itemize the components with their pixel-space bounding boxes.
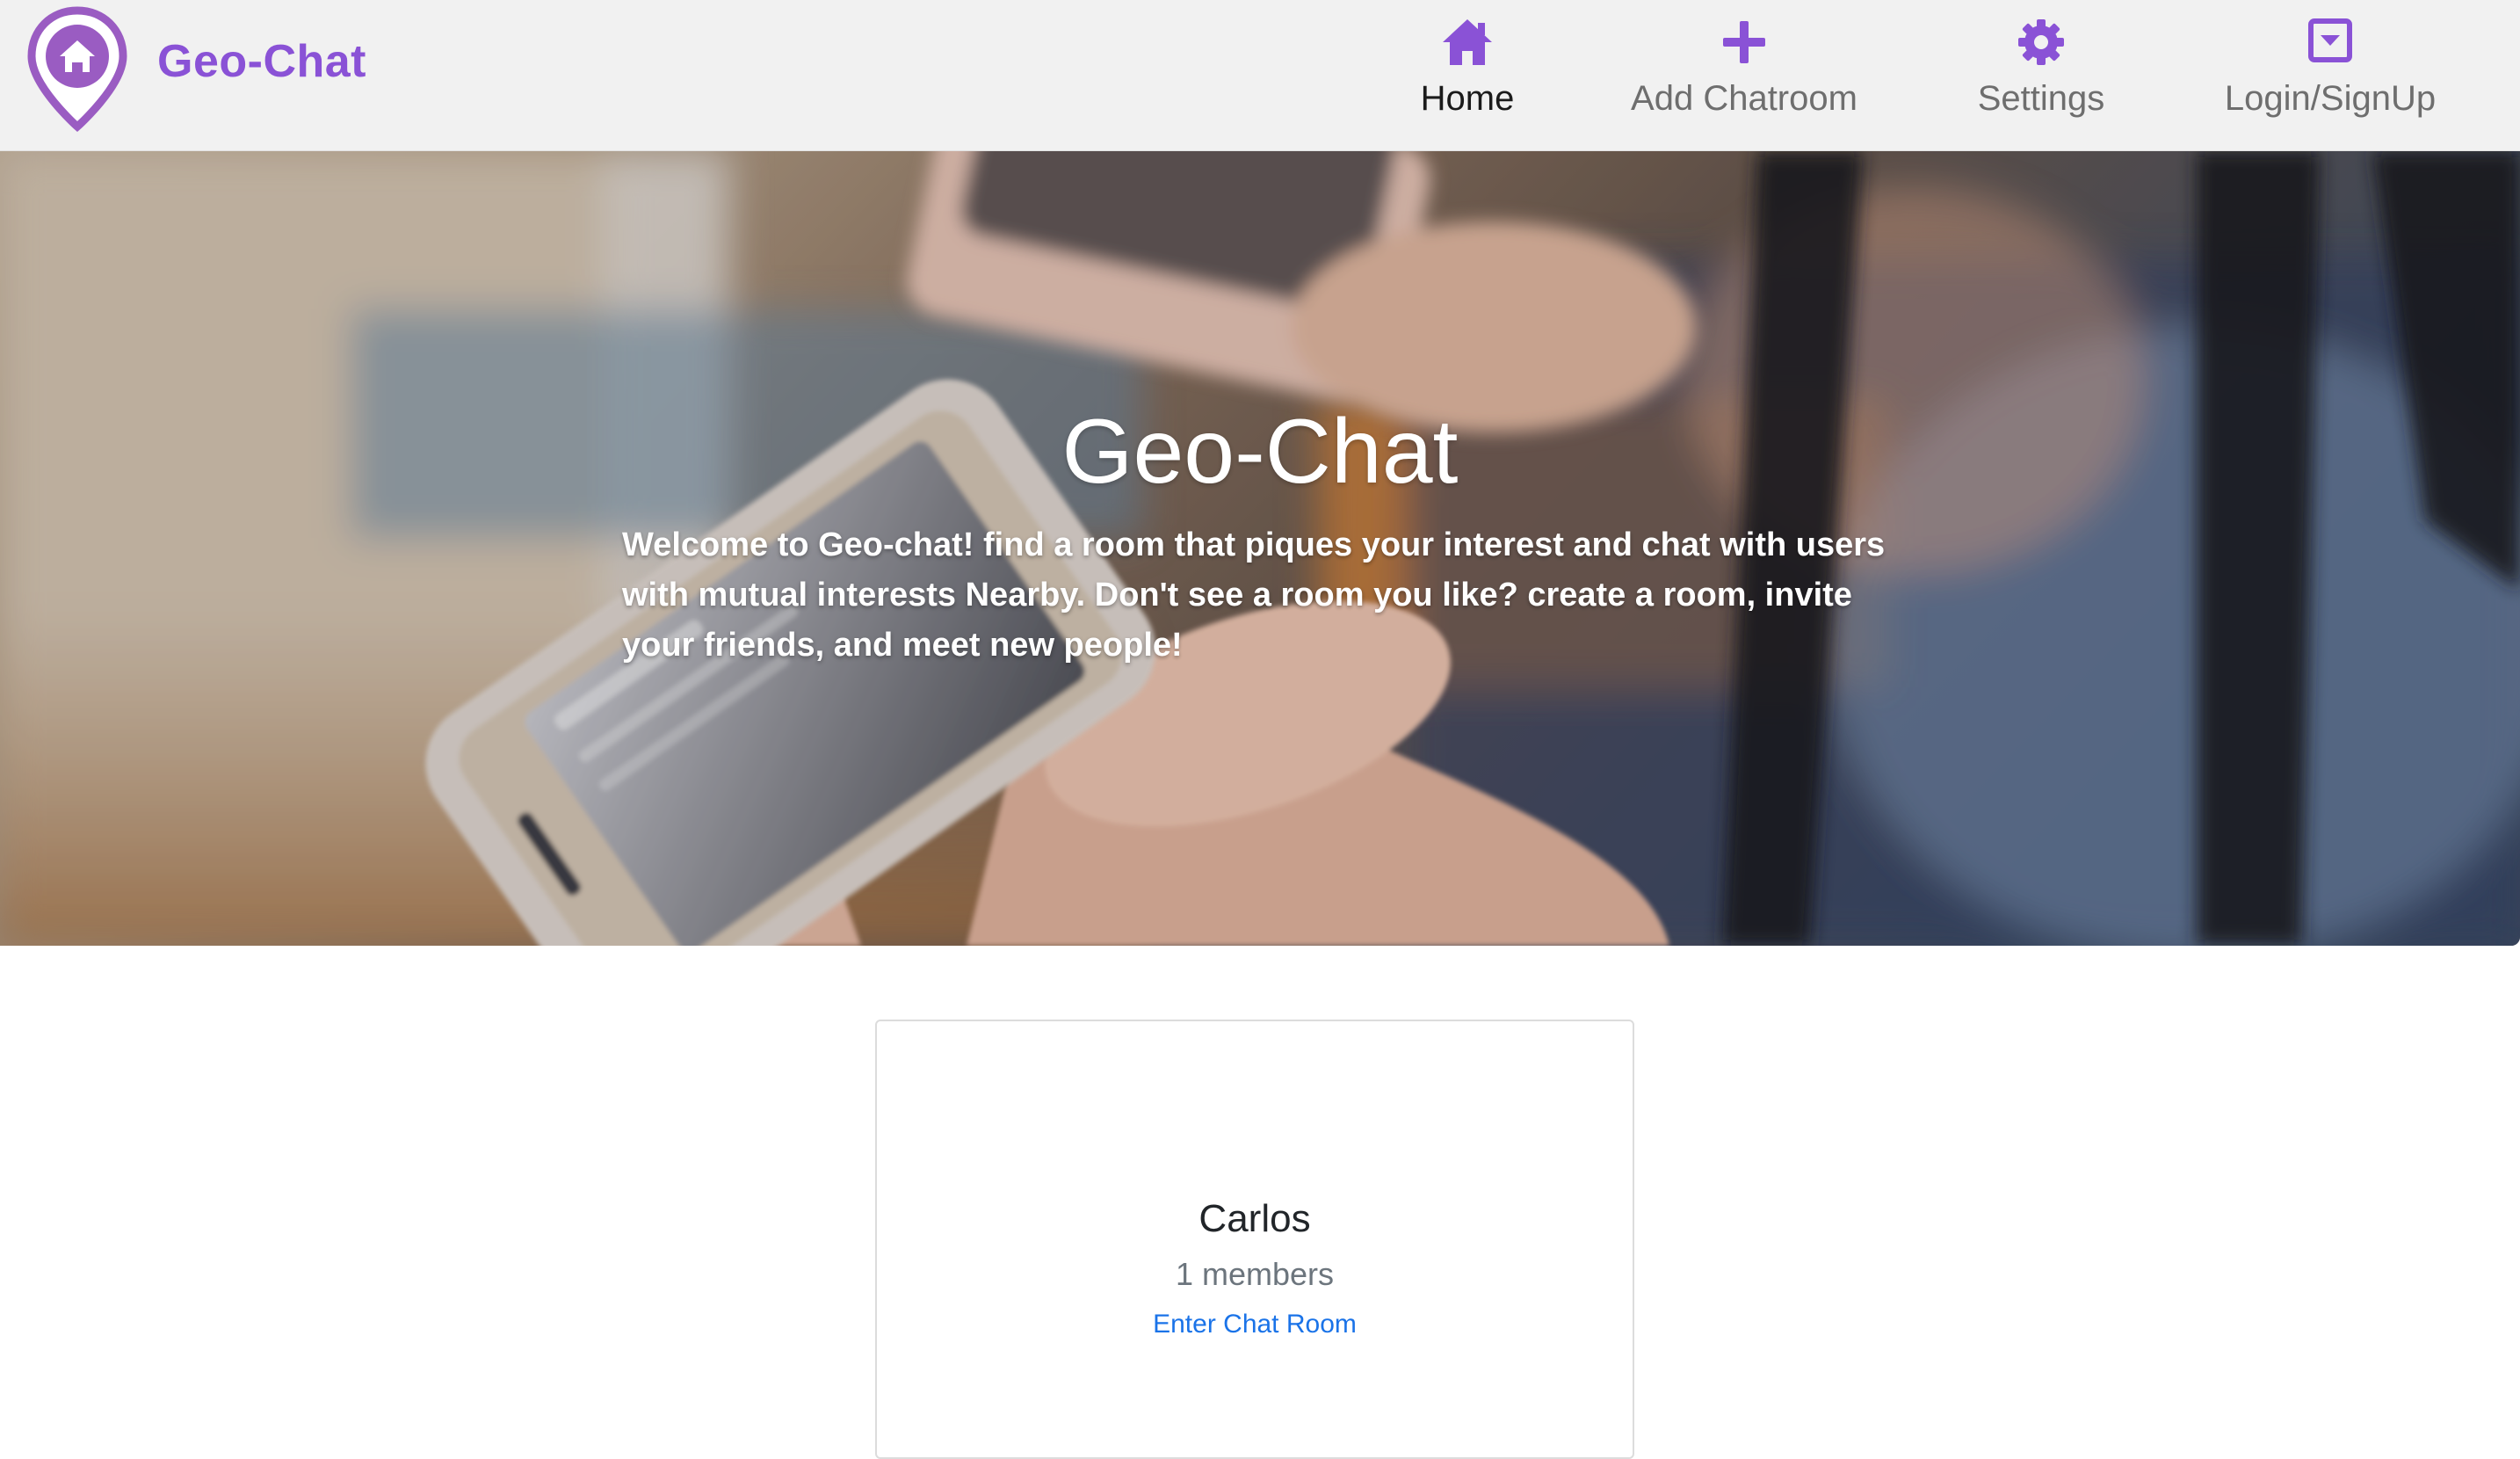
plus-icon xyxy=(1723,21,1765,63)
nav-item-add-chatroom[interactable]: Add Chatroom xyxy=(1617,16,1872,121)
nav-item-home[interactable]: Home xyxy=(1406,16,1529,121)
nav-label-login-signup: Login/SignUp xyxy=(2224,79,2437,118)
nav-label-settings: Settings xyxy=(1977,79,2105,118)
map-pin-home-icon[interactable] xyxy=(25,5,130,134)
gear-icon xyxy=(2018,19,2064,65)
nav-item-settings[interactable]: Settings xyxy=(1959,16,2123,121)
hero-banner: Geo-Chat Welcome to Geo-chat! find a roo… xyxy=(0,151,2520,946)
dropdown-box-icon xyxy=(2308,18,2352,62)
home-icon xyxy=(1443,19,1492,65)
room-card: Carlos 1 members Enter Chat Room xyxy=(875,1020,1634,1459)
hero-description: Welcome to Geo-chat! find a room that pi… xyxy=(622,526,1886,664)
room-name: Carlos xyxy=(1198,1197,1311,1240)
nav-label-add-chatroom: Add Chatroom xyxy=(1631,79,1857,118)
nav-item-login-signup[interactable]: Login/SignUp xyxy=(2207,16,2453,121)
room-member-count: 1 members xyxy=(1175,1256,1335,1292)
brand-name[interactable]: Geo-Chat xyxy=(157,33,366,90)
enter-chat-room-link[interactable]: Enter Chat Room xyxy=(877,1308,1633,1341)
nav-label-home: Home xyxy=(1420,79,1515,118)
hero-title: Geo-Chat xyxy=(1061,401,1459,503)
top-navbar: Geo-Chat Home Add Chatroom Settings Logi… xyxy=(0,0,2520,151)
